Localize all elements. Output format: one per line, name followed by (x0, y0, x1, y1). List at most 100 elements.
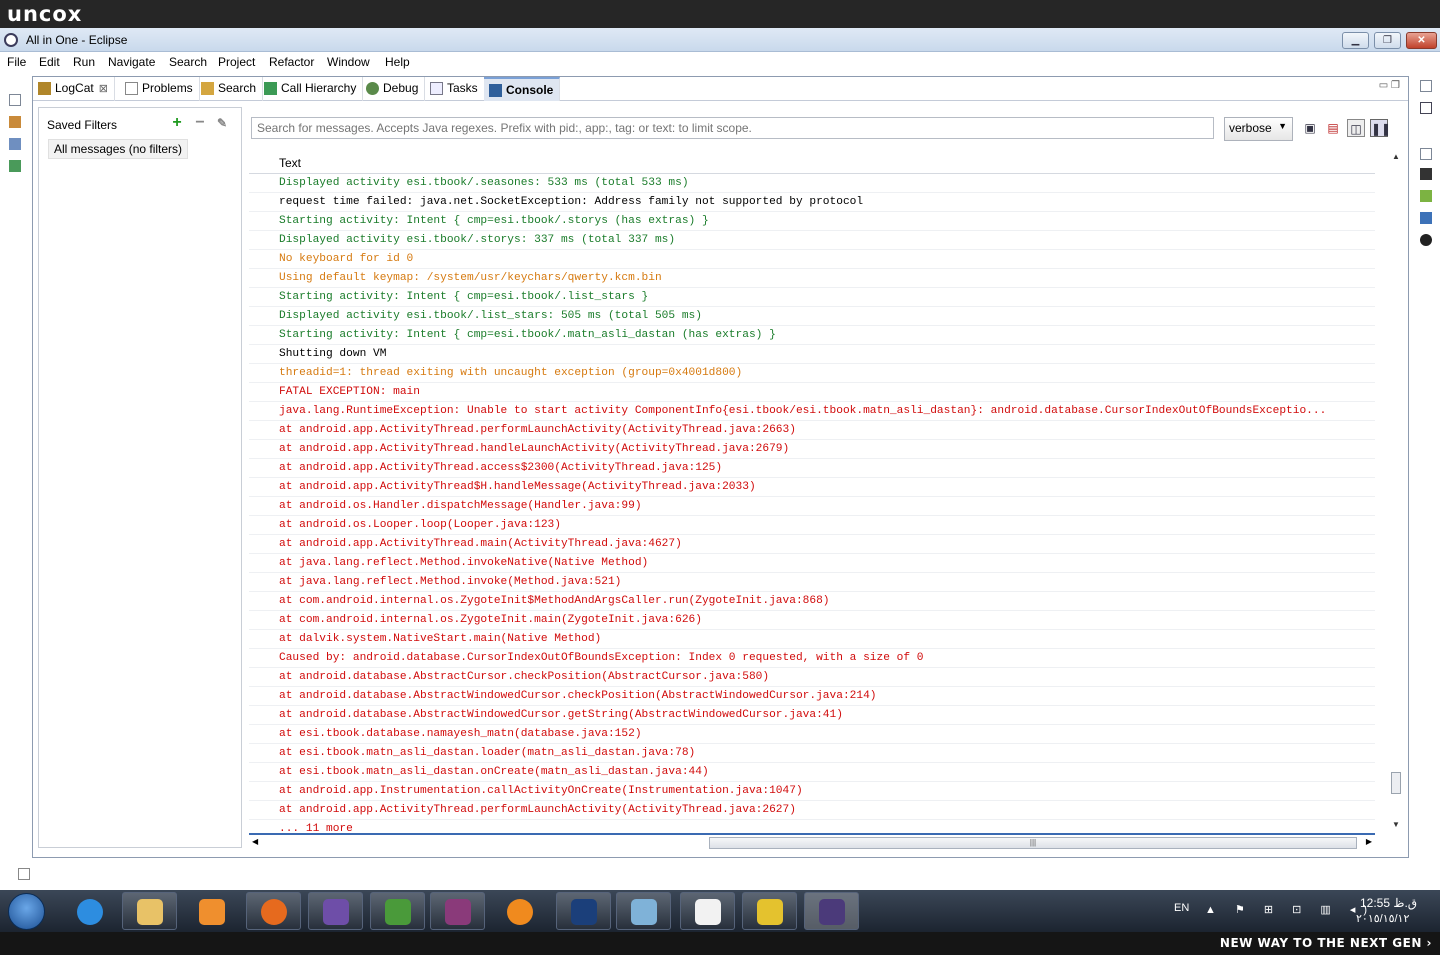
log-row[interactable]: at com.android.internal.os.ZygoteInit$Me… (249, 592, 1375, 611)
restore-icon[interactable] (1420, 80, 1432, 92)
log-row[interactable]: at android.app.ActivityThread.main(Activ… (249, 535, 1375, 554)
restore-icon[interactable] (9, 94, 21, 106)
tab-tasks[interactable]: Tasks (425, 77, 485, 101)
vertical-scroll-thumb[interactable] (1391, 772, 1401, 794)
vertical-scrollbar[interactable]: ▲ ▼ (1389, 152, 1403, 829)
outline-icon[interactable] (9, 138, 21, 150)
log-row[interactable]: at android.app.ActivityThread$H.handleMe… (249, 478, 1375, 497)
menu-search[interactable]: Search (169, 55, 207, 69)
fast-view-icon[interactable] (18, 868, 30, 880)
log-row[interactable]: at android.app.ActivityThread.handleLaun… (249, 440, 1375, 459)
clear-log-icon[interactable]: ▤ (1324, 119, 1342, 137)
log-row[interactable]: at esi.tbook.matn_asli_dastan.onCreate(m… (249, 763, 1375, 782)
taskbar-visual-studio[interactable] (308, 892, 363, 930)
tab-logcat[interactable]: LogCat ⊠ (33, 77, 115, 101)
close-button[interactable]: ✕ (1406, 32, 1437, 49)
log-row[interactable]: request time failed: java.net.SocketExce… (249, 193, 1375, 212)
log-row[interactable]: at android.os.Handler.dispatchMessage(Ha… (249, 497, 1375, 516)
log-row[interactable]: at android.app.ActivityThread.performLau… (249, 801, 1375, 820)
scroll-right-icon[interactable]: ▶ (1366, 837, 1372, 846)
log-row[interactable]: at android.os.Looper.loop(Looper.java:12… (249, 516, 1375, 535)
log-row[interactable]: FATAL EXCEPTION: main (249, 383, 1375, 402)
log-row[interactable]: at java.lang.reflect.Method.invoke(Metho… (249, 573, 1375, 592)
package-explorer-icon[interactable] (9, 116, 21, 128)
log-row[interactable]: at dalvik.system.NativeStart.main(Native… (249, 630, 1375, 649)
add-filter-icon[interactable]: + (170, 115, 184, 131)
log-row[interactable]: at com.android.internal.os.ZygoteInit.ma… (249, 611, 1375, 630)
message-search-input[interactable] (251, 117, 1214, 139)
log-level-select[interactable]: verbose ▼ (1224, 117, 1293, 141)
tab-debug[interactable]: Debug (361, 77, 426, 101)
log-row[interactable]: Using default keymap: /system/usr/keycha… (249, 269, 1375, 288)
log-row[interactable]: at android.app.ActivityThread.performLau… (249, 421, 1375, 440)
scroll-down-icon[interactable]: ▼ (1392, 820, 1400, 829)
log-row[interactable]: Shutting down VM (249, 345, 1375, 364)
menu-refactor[interactable]: Refactor (269, 55, 314, 69)
taskbar-ie[interactable] (62, 892, 117, 930)
close-icon[interactable]: ⊠ (99, 83, 108, 95)
toggle-filters-icon[interactable]: ◫ (1347, 119, 1365, 137)
ddms-icon[interactable] (1420, 234, 1432, 246)
log-row[interactable]: at android.database.AbstractCursor.check… (249, 668, 1375, 687)
clock-date[interactable]: ٢٠١٥/١٥/١٢ (1356, 912, 1409, 925)
minimize-button[interactable]: ▁ (1342, 32, 1369, 49)
filter-item-all[interactable]: All messages (no filters) (48, 139, 189, 159)
hierarchy-viewer-icon[interactable] (1420, 212, 1432, 224)
taskbar-chain[interactable] (492, 892, 547, 930)
hierarchy-icon[interactable] (9, 160, 21, 172)
taskbar-eclipse[interactable] (804, 892, 859, 930)
taskbar-download[interactable] (370, 892, 425, 930)
taskbar-photoshop[interactable] (556, 892, 611, 930)
taskbar-firefox[interactable] (246, 892, 301, 930)
pause-icon[interactable]: ❚❚ (1370, 119, 1391, 137)
taskbar-winrar[interactable] (430, 892, 485, 930)
android-icon[interactable] (1420, 190, 1432, 202)
horizontal-scrollbar[interactable]: ◀ ||| ▶ (249, 833, 1375, 849)
taskbar-notepad[interactable] (616, 892, 671, 930)
menu-help[interactable]: Help (385, 55, 410, 69)
remove-filter-icon[interactable]: − (193, 115, 207, 131)
menu-edit[interactable]: Edit (39, 55, 60, 69)
log-row[interactable]: No keyboard for id 0 (249, 250, 1375, 269)
maximize-button[interactable]: ❐ (1374, 32, 1401, 49)
taskbar-media[interactable] (184, 892, 239, 930)
menu-project[interactable]: Project (218, 55, 255, 69)
column-text[interactable]: Text (279, 156, 301, 170)
log-row[interactable]: Displayed activity esi.tbook/.storys: 33… (249, 231, 1375, 250)
log-row[interactable]: at android.database.AbstractWindowedCurs… (249, 687, 1375, 706)
taskbar-explorer[interactable] (122, 892, 177, 930)
view-minmax-controls[interactable]: ▭ ❐ (1379, 80, 1400, 91)
menu-window[interactable]: Window (327, 55, 370, 69)
tray-icons[interactable]: ▲ ⚑ ⊞ ⊡ ▥ ◂) (1205, 903, 1375, 916)
log-row[interactable]: at java.lang.reflect.Method.invokeNative… (249, 554, 1375, 573)
tab-console[interactable]: Console (484, 77, 561, 101)
log-row[interactable]: Starting activity: Intent { cmp=esi.tboo… (249, 212, 1375, 231)
taskbar-tools[interactable] (742, 892, 797, 930)
log-row[interactable]: at android.app.ActivityThread.access$230… (249, 459, 1375, 478)
log-row[interactable]: Displayed activity esi.tbook/.seasones: … (249, 174, 1375, 193)
log-row[interactable]: Displayed activity esi.tbook/.list_stars… (249, 307, 1375, 326)
tab-search[interactable]: Search (196, 77, 264, 101)
log-row[interactable]: at esi.tbook.matn_asli_dastan.loader(mat… (249, 744, 1375, 763)
clock-time[interactable]: 12:55 ق.ظ (1360, 896, 1417, 910)
scroll-up-icon[interactable]: ▲ (1392, 152, 1400, 161)
edit-filter-icon[interactable]: ✎ (215, 116, 229, 130)
log-row[interactable]: Caused by: android.database.CursorIndexO… (249, 649, 1375, 668)
log-row[interactable]: Starting activity: Intent { cmp=esi.tboo… (249, 288, 1375, 307)
log-row[interactable]: ... 11 more (249, 820, 1375, 831)
log-row[interactable]: Starting activity: Intent { cmp=esi.tboo… (249, 326, 1375, 345)
edit-perspective-icon[interactable] (1420, 102, 1432, 114)
log-row[interactable]: at android.app.Instrumentation.callActiv… (249, 782, 1375, 801)
menu-run[interactable]: Run (73, 55, 95, 69)
log-row[interactable]: threadid=1: thread exiting with uncaught… (249, 364, 1375, 383)
log-row[interactable]: at esi.tbook.database.namayesh_matn(data… (249, 725, 1375, 744)
device-icon[interactable] (1420, 168, 1432, 180)
save-icon[interactable]: ▣ (1301, 119, 1319, 137)
restore-icon[interactable] (1420, 148, 1432, 160)
log-row[interactable]: at android.database.AbstractWindowedCurs… (249, 706, 1375, 725)
horizontal-scroll-thumb[interactable]: ||| (709, 837, 1357, 849)
tab-problems[interactable]: Problems (120, 77, 200, 101)
start-button[interactable] (8, 893, 45, 930)
log-row[interactable]: java.lang.RuntimeException: Unable to st… (249, 402, 1375, 421)
menu-file[interactable]: File (7, 55, 26, 69)
